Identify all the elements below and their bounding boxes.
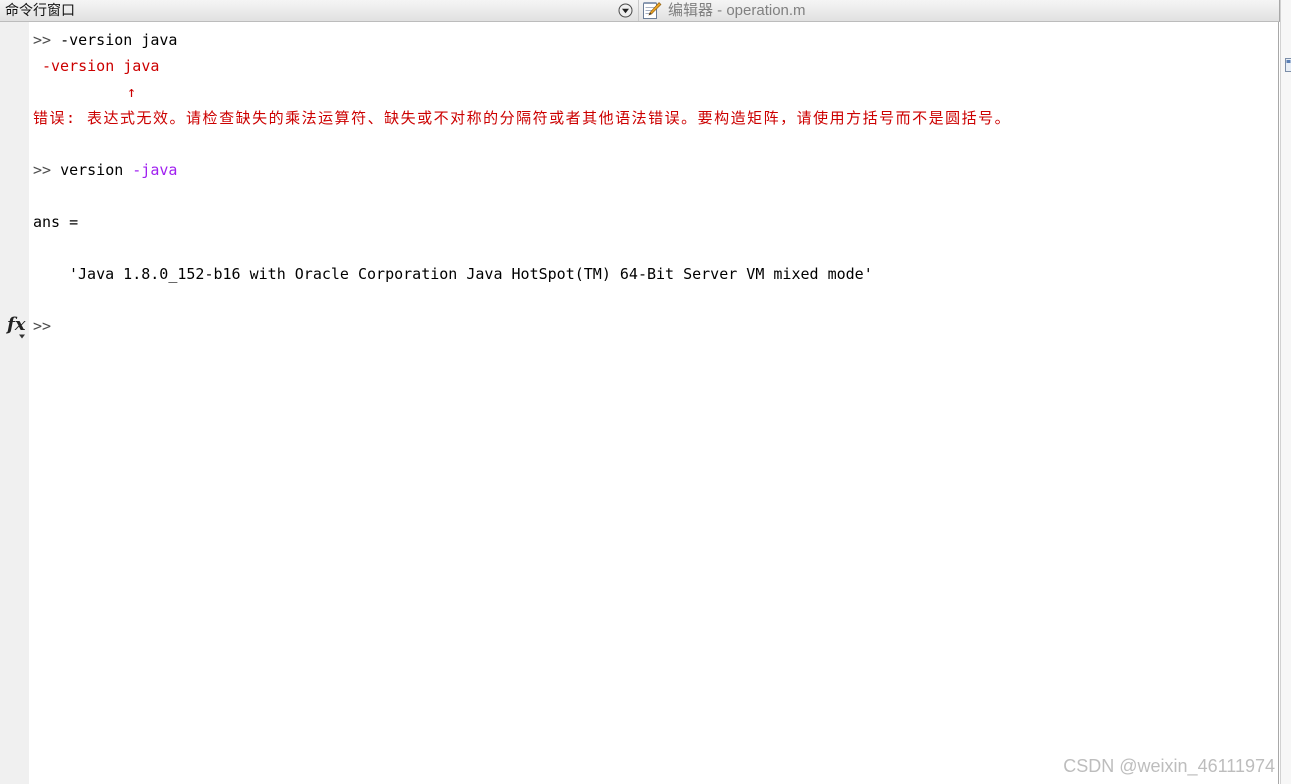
prompt: >> [33,317,52,335]
error-message: 错误: 表达式无效。请检查缺失的乘法运算符、缺失或不对称的分隔符或者其他语法错误… [33,109,1012,127]
error-caret: ↑ [127,83,137,101]
prompt: >> [33,31,52,49]
command-window-gutter: fx [0,22,29,784]
title-bar: 命令行窗口 编辑器 - operation.m [0,0,1280,22]
function-browser-button[interactable]: fx [7,315,25,335]
watermark: CSDN @weixin_46111974 [1063,756,1275,776]
active-prompt-line: >> [33,313,1273,339]
command-line: >> -version java [33,27,1273,53]
circle-down-arrow-icon[interactable] [618,3,633,18]
editor-notepad-pencil-icon [643,2,662,19]
collapsed-panel-icon[interactable] [1285,58,1291,72]
command-text: -version java [60,31,178,49]
chevron-down-icon[interactable] [19,334,25,339]
command-input[interactable] [60,313,1211,339]
command-argument: -java [132,161,178,179]
editor-tab-label: 编辑器 - operation.m [668,2,806,19]
error-echo: -version java [42,57,160,75]
right-collapsed-strip [1280,0,1291,784]
prompt: >> [33,161,52,179]
command-history: >> -version java -version java ↑ 错误: 表达式无… [33,27,1273,339]
panel-title: 命令行窗口 [5,2,75,18]
editor-tab[interactable]: 编辑器 - operation.m [638,0,1279,21]
command-line: >> version -java [33,157,1273,183]
result-name: ans = [33,213,79,231]
command-window[interactable]: >> -version java -version java ↑ 错误: 表达式无… [29,22,1279,784]
result-value: 'Java 1.8.0_152-b16 with Oracle Corporat… [69,265,873,283]
command-text: version [60,161,124,179]
